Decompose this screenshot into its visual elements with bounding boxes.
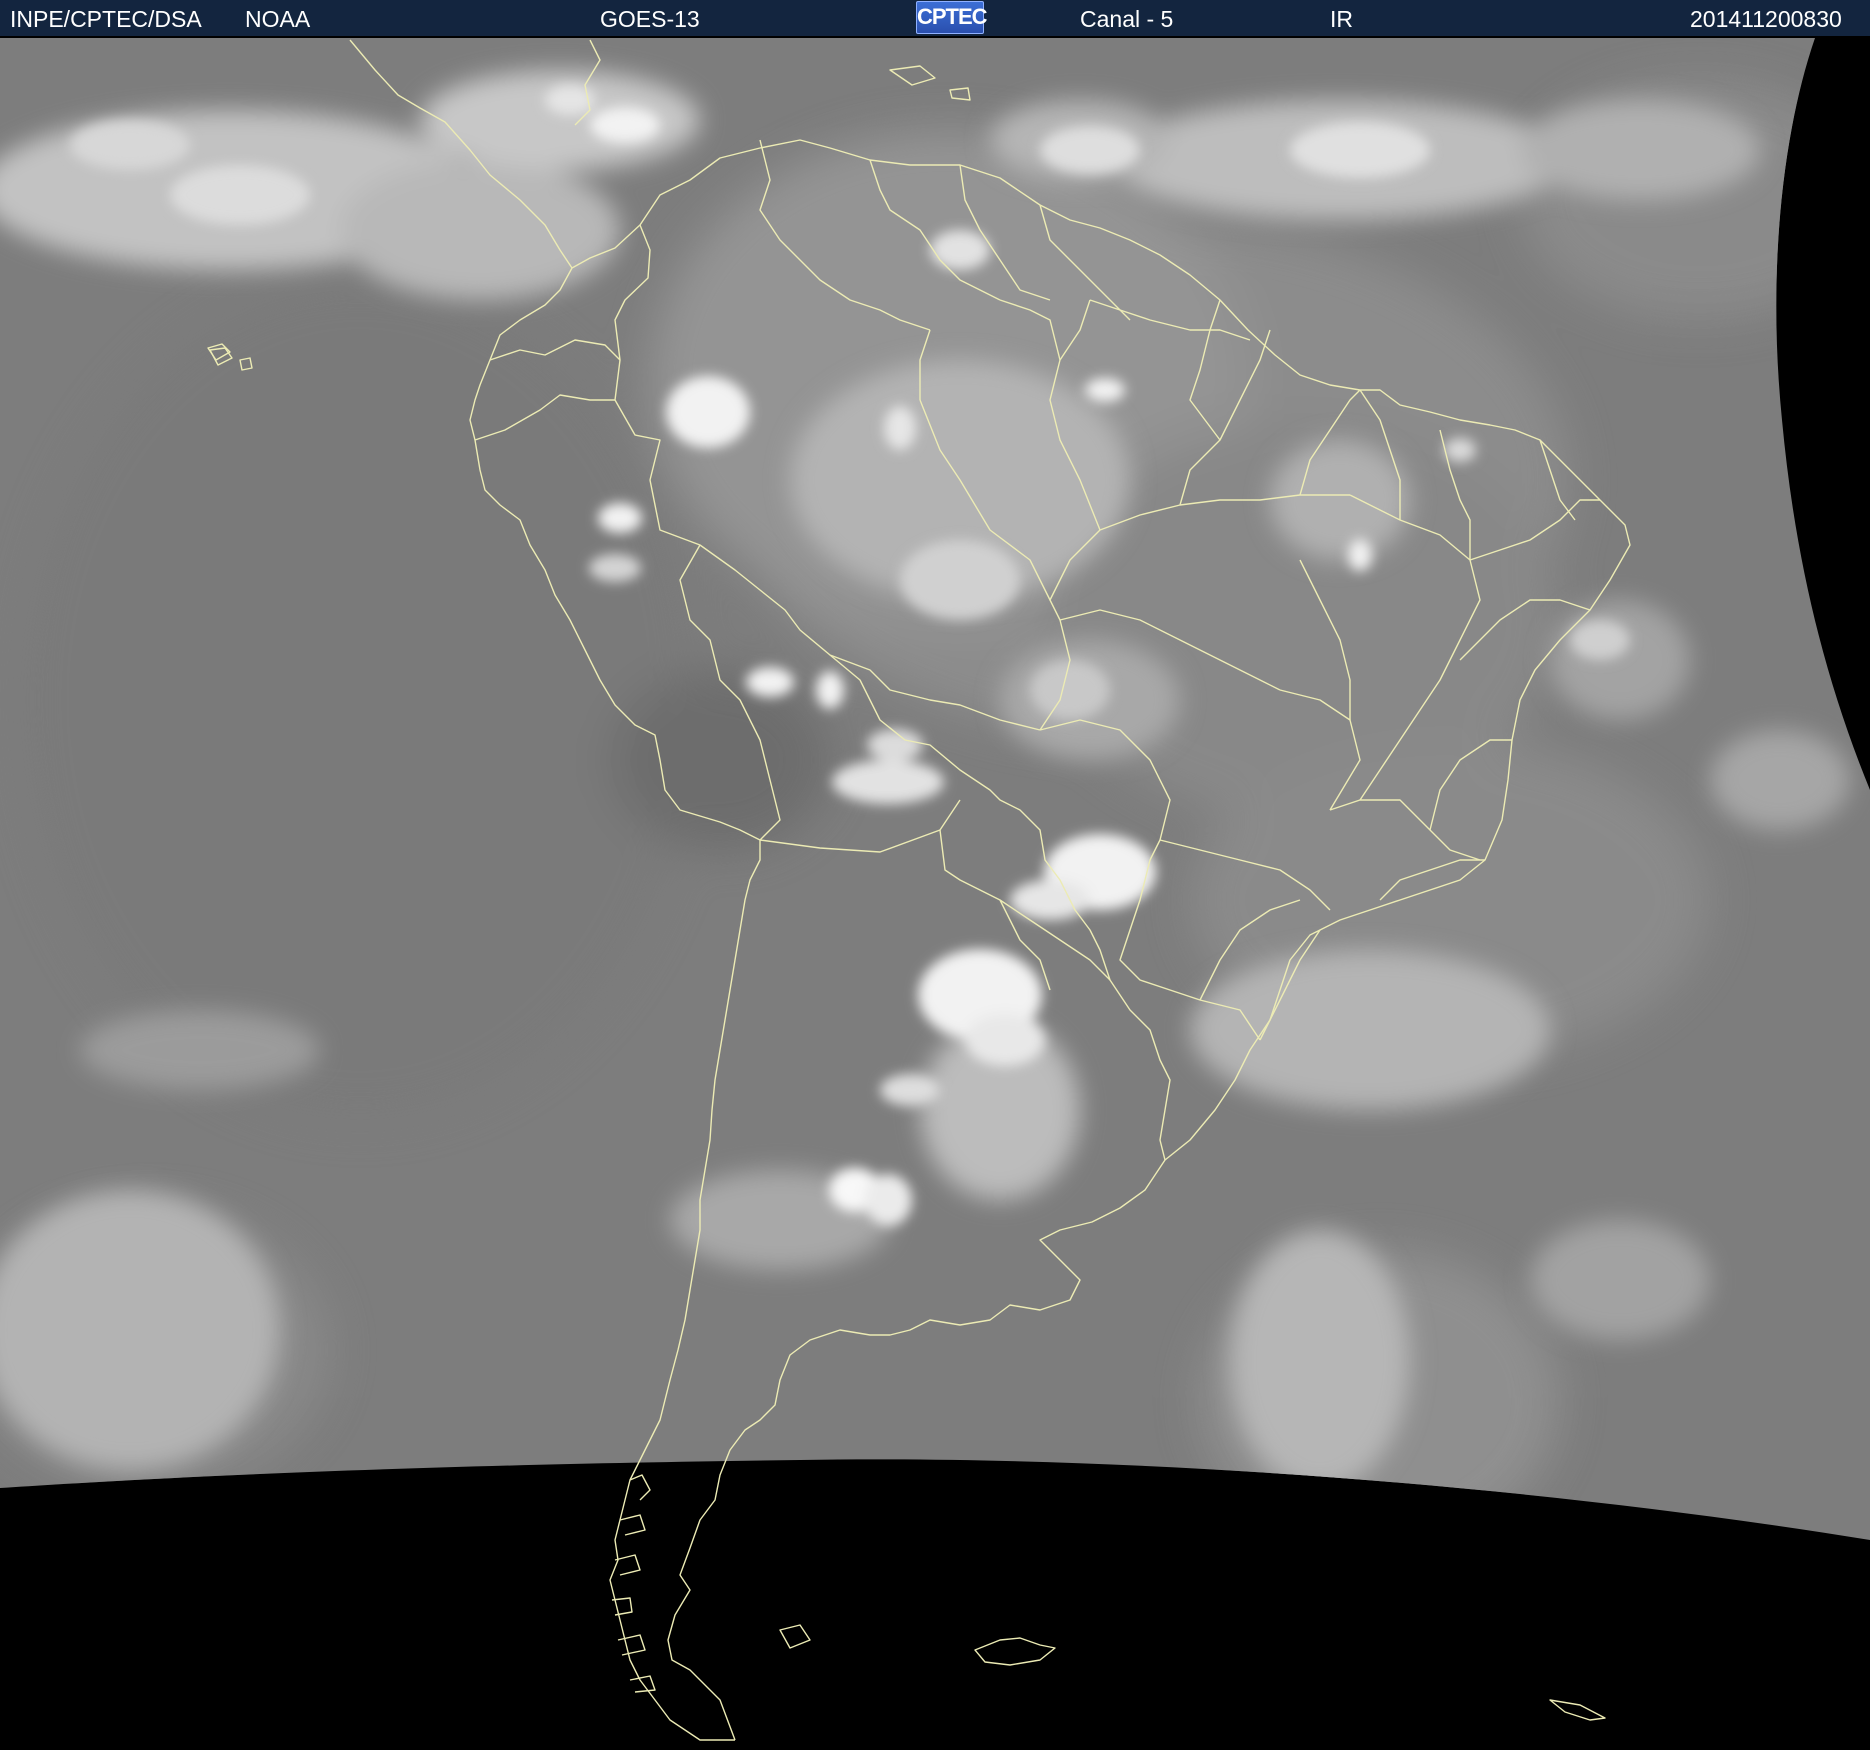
channel-label: Canal - 5 bbox=[1080, 6, 1174, 32]
logo-text: CPTEC bbox=[917, 4, 988, 29]
agency-label: NOAA bbox=[245, 6, 311, 32]
source-label: INPE/CPTEC/DSA bbox=[10, 6, 202, 32]
timestamp-label: 201411200830 bbox=[1690, 6, 1842, 32]
header-bar: INPE/CPTEC/DSA NOAA GOES-13 CPTEC Canal … bbox=[0, 0, 1870, 38]
satellite-imagery bbox=[0, 38, 1870, 1750]
band-label: IR bbox=[1330, 6, 1353, 32]
satellite-label: GOES-13 bbox=[600, 6, 700, 32]
cptec-logo-icon: CPTEC bbox=[916, 1, 988, 34]
